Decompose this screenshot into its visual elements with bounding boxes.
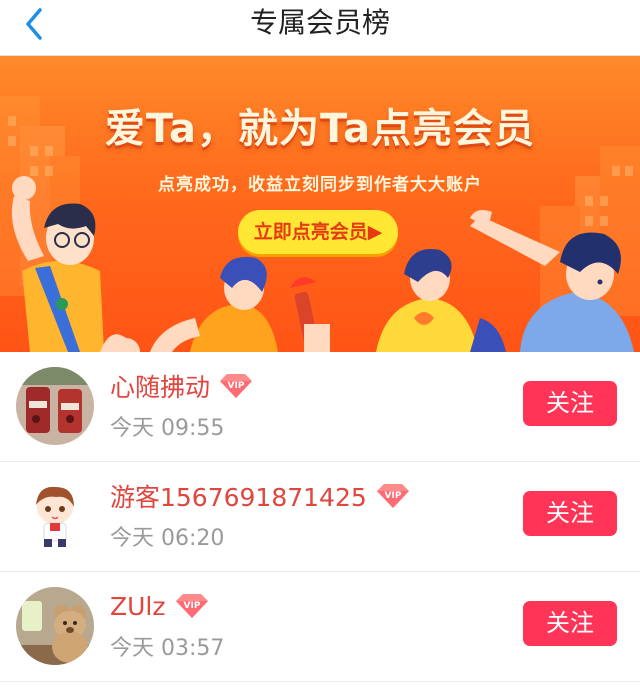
banner-title: 爱Ta，就为Ta点亮会员	[104, 106, 536, 152]
avatar[interactable]	[16, 587, 94, 665]
member-name: ZUlz	[110, 591, 166, 621]
avatar[interactable]	[16, 367, 94, 445]
top-nav-bar: 专属会员榜	[0, 0, 640, 56]
follow-button[interactable]: 关注	[523, 381, 617, 426]
follow-button[interactable]: 关注	[523, 601, 617, 646]
member-time: 今天 09:55	[110, 416, 225, 441]
light-up-membership-button[interactable]: 立即点亮会员▶	[238, 210, 398, 254]
avatar[interactable]	[16, 477, 94, 555]
banner-subtitle: 点亮成功，收益立刻同步到作者大大账户	[158, 175, 482, 195]
member-name: 游客1567691871425	[110, 483, 367, 512]
list-item[interactable]: ZUlz VIP 今天 03:57 关注	[0, 572, 640, 682]
member-time: 今天 03:57	[110, 636, 225, 661]
svg-text:VIP: VIP	[183, 601, 200, 611]
member-list: 心随拂动 VIP 今天 09:55 关注 游客1567691871425 VIP…	[0, 352, 640, 682]
promo-banner[interactable]: 爱Ta，就为Ta点亮会员 点亮成功，收益立刻同步到作者大大账户 立即点亮会员▶	[0, 56, 640, 352]
follow-button[interactable]: 关注	[523, 491, 617, 536]
vip-badge-icon: VIP	[220, 374, 253, 398]
member-name: 心随拂动	[110, 373, 211, 402]
member-time: 今天 06:20	[110, 526, 225, 551]
vip-badge-icon: VIP	[376, 484, 409, 508]
page-title: 专属会员榜	[249, 6, 390, 39]
svg-text:VIP: VIP	[384, 491, 401, 501]
vip-badge-icon: VIP	[175, 594, 208, 618]
svg-text:VIP: VIP	[228, 381, 245, 391]
list-item[interactable]: 游客1567691871425 VIP 今天 06:20 关注	[0, 462, 640, 572]
list-item[interactable]: 心随拂动 VIP 今天 09:55 关注	[0, 352, 640, 462]
